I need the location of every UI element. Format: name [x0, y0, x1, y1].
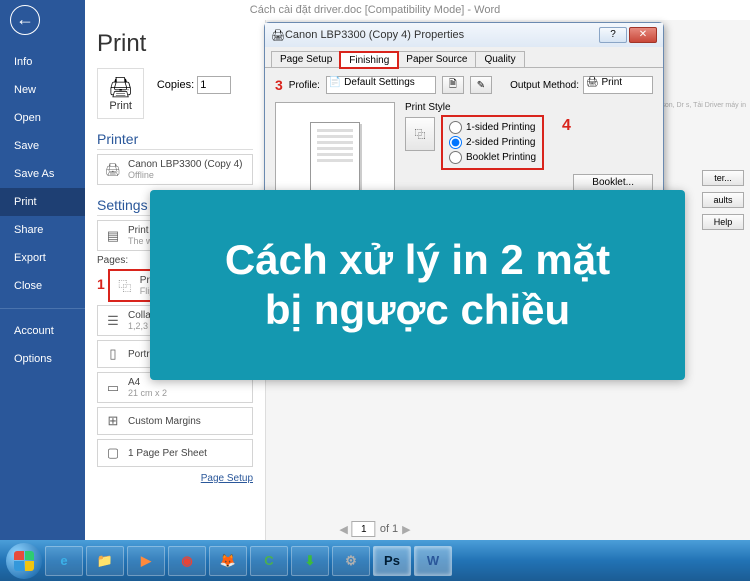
dialog-button-ter[interactable]: ter... [702, 170, 744, 186]
print-style-label: Print Style [405, 102, 653, 113]
copies-input[interactable] [197, 76, 231, 94]
taskbar-photoshop-icon[interactable]: Ps [373, 546, 411, 576]
taskbar-ie-icon[interactable]: e [45, 546, 83, 576]
prev-page-icon[interactable]: ◀ [339, 523, 347, 536]
printer-status: Offline [128, 170, 246, 180]
print-style-radio-group: 1-sided Printing2-sided PrintingBooklet … [443, 117, 542, 168]
page-number-input[interactable] [352, 521, 376, 537]
sidebar-item-open[interactable]: Open [0, 104, 85, 132]
radio-1-sided-printing[interactable]: 1-sided Printing [449, 120, 536, 135]
printer-section-title: Printer [97, 131, 253, 150]
sidebar-item-new[interactable]: New [0, 76, 85, 104]
taskbar-explorer-icon[interactable]: 📁 [86, 546, 124, 576]
output-method-select[interactable]: 🖨 Print [583, 76, 653, 94]
profile-select[interactable]: 📄 Default Settings [326, 76, 436, 94]
word-window-title: Cách cài đặt driver.doc [Compatibility M… [0, 0, 750, 20]
tab-quality[interactable]: Quality [475, 51, 524, 67]
copies-label: Copies: [157, 79, 194, 91]
pages-label: Pages: [97, 255, 128, 266]
page-setup-link[interactable]: Page Setup [97, 473, 253, 484]
dialog-title: Canon LBP3300 (Copy 4) Properties [285, 29, 599, 41]
marker-3: 3 [275, 77, 283, 93]
sidebar-item-close[interactable]: Close [0, 272, 85, 300]
backstage-sidebar: InfoNewOpenSaveSave AsPrintShareExportCl… [0, 0, 85, 540]
marker-4: 4 [562, 117, 571, 135]
profile-label: Profile: [289, 80, 320, 91]
profile-edit-button[interactable]: ✎ [470, 76, 492, 94]
printer-name: Canon LBP3300 (Copy 4) [128, 159, 246, 170]
collate-icon: ☰ [104, 312, 122, 330]
document-icon: ▤ [104, 227, 122, 245]
sidebar-item-print[interactable]: Print [0, 188, 85, 216]
portrait-icon: ▯ [104, 345, 122, 363]
dialog-side-buttons: ter... aults Help [702, 170, 744, 230]
margins-label: Custom Margins [128, 416, 246, 427]
print-title: Print [97, 30, 253, 58]
printer-selector[interactable]: 🖨 Canon LBP3300 (Copy 4) Offline [97, 154, 253, 185]
sidebar-item-account[interactable]: Account [0, 317, 85, 345]
title-overlay: Cách xử lý in 2 mặtbị ngược chiều [150, 190, 685, 380]
tab-finishing[interactable]: Finishing [340, 52, 398, 68]
taskbar-firefox-icon[interactable]: 🦊 [209, 546, 247, 576]
taskbar-wmp-icon[interactable]: ▶ [127, 546, 165, 576]
page-total: of 1 [380, 523, 398, 535]
sidebar-item-save[interactable]: Save [0, 132, 85, 160]
margins-icon: ⊞ [104, 412, 122, 430]
pages-per-sheet-label: 1 Page Per Sheet [128, 448, 246, 459]
sidebar-item-options[interactable]: Options [0, 345, 85, 373]
back-arrow-icon[interactable]: ← [10, 5, 40, 35]
print-button[interactable]: 🖨 Print [97, 68, 144, 119]
next-page-icon[interactable]: ▶ [402, 523, 410, 536]
dialog-help-button[interactable]: ? [599, 27, 627, 43]
output-method-label: Output Method: [510, 80, 579, 91]
sidebar-item-export[interactable]: Export [0, 244, 85, 272]
tab-paper-source[interactable]: Paper Source [397, 51, 476, 67]
tab-page-setup[interactable]: Page Setup [271, 51, 341, 67]
paper-size-sub: 21 cm x 2 [128, 388, 246, 398]
radio-booklet-printing[interactable]: Booklet Printing [449, 150, 536, 165]
pages-per-sheet-selector[interactable]: ▢ 1 Page Per Sheet [97, 439, 253, 467]
taskbar-word-icon[interactable]: W [414, 546, 452, 576]
printer-icon: 🖨 [108, 75, 133, 100]
print-button-label: Print [108, 100, 133, 112]
dialog-titlebar[interactable]: 🖨 Canon LBP3300 (Copy 4) Properties ? ✕ [265, 23, 663, 47]
windows-taskbar: e📁▶◉🦊C⬇⚙PsW [0, 540, 750, 581]
sidebar-item-save-as[interactable]: Save As [0, 160, 85, 188]
dialog-printer-icon: 🖨 [271, 29, 285, 42]
start-button[interactable] [6, 543, 42, 579]
dialog-tabs: Page SetupFinishingPaper SourceQuality [265, 47, 663, 68]
taskbar-download-icon[interactable]: ⬇ [291, 546, 329, 576]
taskbar-chrome-icon[interactable]: ◉ [168, 546, 206, 576]
booklet-button[interactable]: Booklet... [573, 174, 653, 191]
sidebar-item-info[interactable]: Info [0, 48, 85, 76]
duplex-icon: ⿻ [116, 277, 134, 295]
preview-paginator: ◀ of 1 ▶ [339, 521, 410, 537]
taskbar-settings-icon[interactable]: ⚙ [332, 546, 370, 576]
print-style-icon[interactable]: ⿻ [405, 117, 435, 151]
marker-1: 1 [97, 276, 105, 292]
radio-2-sided-printing[interactable]: 2-sided Printing [449, 135, 536, 150]
dialog-button-aults[interactable]: aults [702, 192, 744, 208]
dialog-close-button[interactable]: ✕ [629, 27, 657, 43]
sidebar-item-share[interactable]: Share [0, 216, 85, 244]
margins-selector[interactable]: ⊞ Custom Margins [97, 407, 253, 435]
page-icon: ▭ [104, 379, 122, 397]
dialog-button-Help[interactable]: Help [702, 214, 744, 230]
profile-add-button[interactable]: 🗎 [442, 76, 464, 94]
printer-icon: 🖨 [104, 161, 122, 179]
sheet-icon: ▢ [104, 444, 122, 462]
taskbar-coccoc-icon[interactable]: C [250, 546, 288, 576]
